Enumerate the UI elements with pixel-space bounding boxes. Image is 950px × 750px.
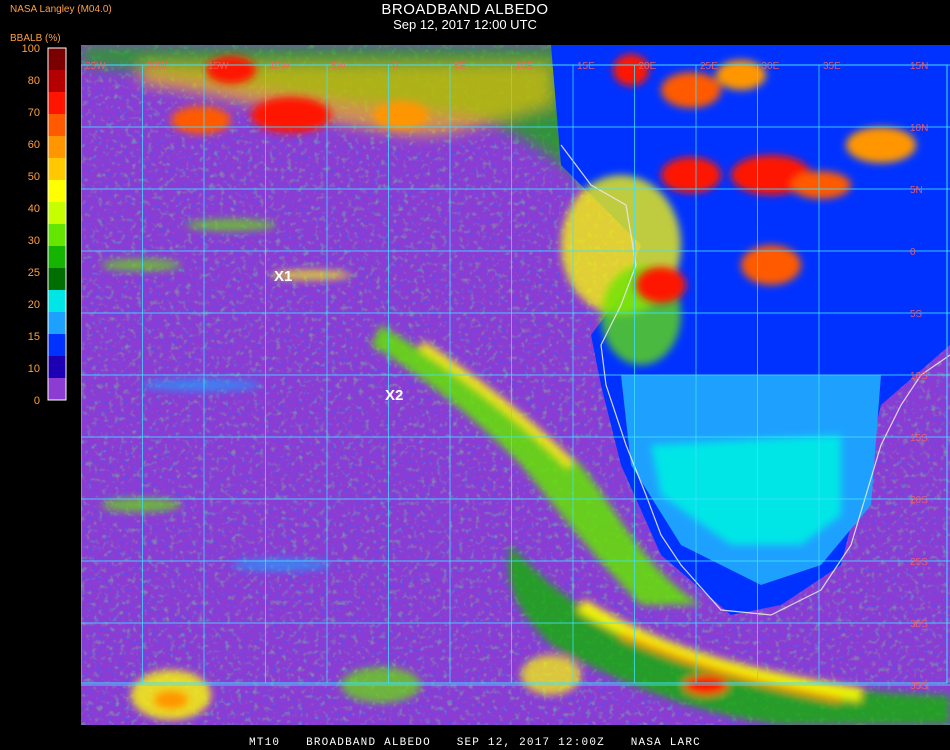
longitude-label: 20W <box>147 61 168 72</box>
legend-swatch <box>48 312 66 335</box>
legend-swatch <box>48 158 66 181</box>
legend-tick-label: 10 <box>28 363 40 375</box>
legend-swatch <box>48 268 66 291</box>
latitude-label: 25S <box>910 557 928 568</box>
map-datetime: Sep 12, 2017 12:00 UTC <box>393 17 537 32</box>
longitude-label: 30E <box>762 61 780 72</box>
legend-swatch <box>48 224 66 247</box>
longitude-label: 15W <box>208 61 229 72</box>
latitude-label: 10N <box>910 123 928 134</box>
longitude-label: 10E <box>516 61 534 72</box>
legend-tick-label: 70 <box>28 107 40 119</box>
legend-swatch <box>48 246 66 269</box>
legend-swatch <box>48 48 66 71</box>
latitude-label: 5S <box>910 309 923 320</box>
legend-tick-label: 40 <box>28 203 40 215</box>
longitude-label: 15E <box>577 61 595 72</box>
longitude-label: 5E <box>454 61 467 72</box>
legend-swatch <box>48 334 66 357</box>
latitude-label: 5N <box>910 185 923 196</box>
albedo-map: 25W 20W 15W 10W 5W 0 5E 10E 15E 20E 25E 30E 35E 15N 1… <box>81 45 950 725</box>
latitude-label: 15N <box>910 61 928 72</box>
longitude-label: 0 <box>393 61 399 72</box>
legend-tick-label: 25 <box>28 267 40 279</box>
legend-tick-label: 15 <box>28 331 40 343</box>
station-marker-x2: X2 <box>385 387 403 404</box>
longitude-label: 25E <box>700 61 718 72</box>
latitude-label: 0 <box>910 247 916 258</box>
footer-caption: MT10 BROADBAND ALBEDO SEP 12, 2017 12:00… <box>0 737 950 749</box>
map-title: BROADBAND ALBEDO <box>381 1 549 18</box>
legend-tick-label: 0 <box>34 395 40 407</box>
latitude-label: 20S <box>910 495 928 506</box>
legend-tick-label: 50 <box>28 171 40 183</box>
color-legend: 100807060504030252015100 <box>22 43 67 407</box>
legend-swatch <box>48 136 66 159</box>
legend-tick-label: 60 <box>28 139 40 151</box>
legend-swatch <box>48 378 66 401</box>
latitude-label: 10S <box>910 371 928 382</box>
legend-swatch <box>48 70 66 93</box>
legend-tick-label: 30 <box>28 235 40 247</box>
latitude-label: 15S <box>910 433 928 444</box>
longitude-label: 25W <box>85 61 106 72</box>
legend-swatch <box>48 180 66 203</box>
footer-date: SEP 12, 2017 12:00Z <box>456 737 605 749</box>
legend-swatch <box>48 114 66 137</box>
longitude-label: 5W <box>331 61 347 72</box>
longitude-label: 20E <box>639 61 657 72</box>
data-source-label: NASA Langley (M04.0) <box>10 4 112 15</box>
albedo-map-window: { "header": { "title": "BROADBAND ALBEDO… <box>0 0 950 750</box>
legend-swatch <box>48 356 66 379</box>
station-marker-x1: X1 <box>274 268 292 285</box>
product-name: BROADBAND ALBEDO <box>306 737 431 749</box>
legend-swatch <box>48 290 66 313</box>
longitude-label: 10W <box>270 61 291 72</box>
longitude-label: 35E <box>823 61 841 72</box>
legend-tick-label: 100 <box>22 43 40 55</box>
legend-swatch <box>48 92 66 115</box>
footer-agency: NASA LARC <box>630 737 701 749</box>
product-code: MT10 <box>249 737 281 749</box>
legend-swatch <box>48 202 66 225</box>
latitude-label: 35S <box>910 681 928 692</box>
latitude-label: 30S <box>910 619 928 630</box>
legend-tick-label: 20 <box>28 299 40 311</box>
legend-tick-label: 80 <box>28 75 40 87</box>
